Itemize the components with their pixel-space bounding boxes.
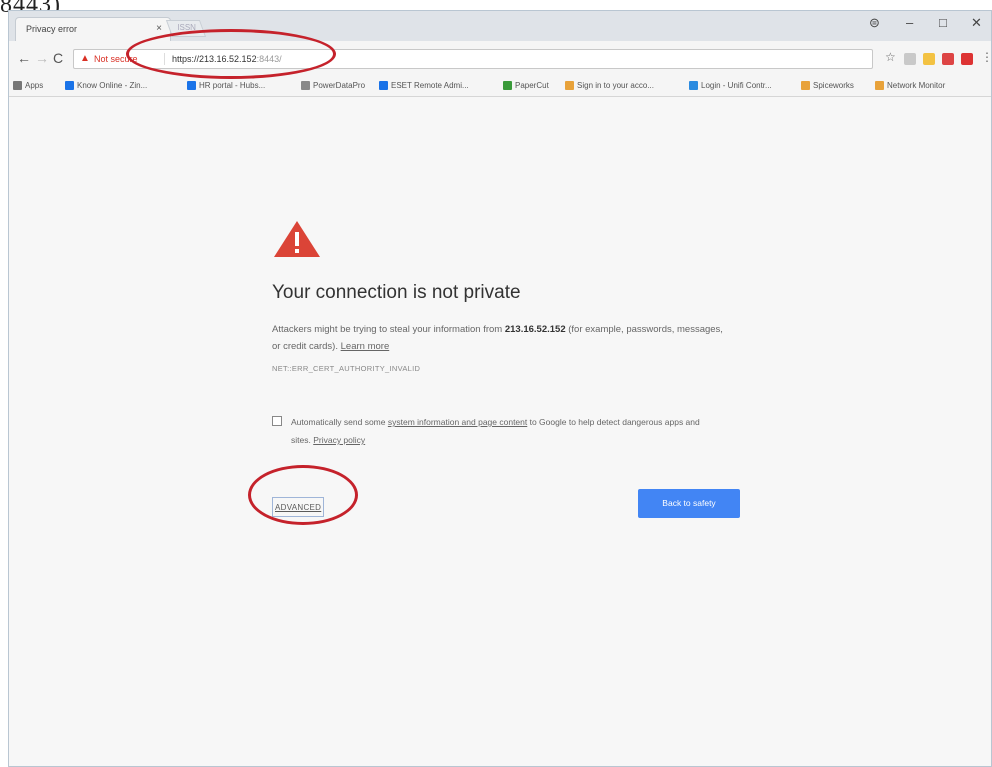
back-icon[interactable]: ←: [17, 50, 31, 66]
bookmark-favicon-icon: [689, 81, 698, 90]
bookmark-label: Sign in to your acco...: [577, 81, 654, 90]
bookmark-favicon-icon: [187, 81, 196, 90]
warning-triangle-icon: [274, 221, 320, 257]
error-code: NET::ERR_CERT_AUTHORITY_INVALID: [272, 364, 421, 373]
bookmark-label: Spiceworks: [813, 81, 854, 90]
bookmark-label: PowerDataPro: [313, 81, 366, 90]
apps-icon: [13, 81, 22, 90]
bookmark-star-icon[interactable]: ☆: [885, 50, 896, 64]
toolbar: ← → C ▲ Not secure https://213.16.52.152…: [9, 41, 991, 77]
reload-icon[interactable]: C: [53, 50, 63, 66]
url-port: :8443/: [256, 54, 282, 64]
error-description: Attackers might be trying to steal your …: [272, 321, 732, 355]
bookmark-item[interactable]: PowerDataPro: [301, 81, 365, 90]
back-to-safety-button[interactable]: Back to safety: [638, 489, 740, 518]
bookmark-favicon-icon: [301, 81, 310, 90]
extension-icon[interactable]: [942, 53, 954, 65]
maximize-icon[interactable]: □: [939, 15, 947, 30]
new-tab-label: ISSN: [177, 23, 196, 32]
profile-icon[interactable]: ⊜: [869, 15, 880, 31]
bookmark-favicon-icon: [801, 81, 810, 90]
extension-icon[interactable]: [923, 53, 935, 65]
report-checkbox[interactable]: [272, 416, 282, 426]
bookmark-favicon-icon: [875, 81, 884, 90]
bookmark-label: Login - Unifi Contr...: [701, 81, 772, 90]
bookmark-favicon-icon: [65, 81, 74, 90]
bookmark-favicon-icon: [565, 81, 574, 90]
not-secure-warning-icon: ▲: [80, 53, 90, 64]
bookmark-label: ESET Remote Admi...: [391, 81, 469, 90]
address-separator: [164, 53, 165, 65]
browser-window: Privacy error × ISSN ⊜ – □ ✕ ← → C ▲ Not…: [8, 10, 992, 767]
system-information-link[interactable]: system information and page content: [388, 417, 527, 427]
bookmark-item[interactable]: Network Monitor: [875, 81, 945, 90]
bookmark-label: PaperCut: [515, 81, 549, 90]
menu-icon[interactable]: ⋮: [981, 50, 991, 64]
new-tab-button[interactable]: ISSN: [165, 20, 207, 37]
bookmark-label: Know Online - Zin...: [77, 81, 148, 90]
security-label[interactable]: Not secure: [94, 54, 138, 64]
tab-privacy-error[interactable]: Privacy error ×: [15, 17, 171, 41]
bookmark-item[interactable]: Apps: [13, 81, 43, 90]
address-bar[interactable]: ▲ Not secure https://213.16.52.152:8443/: [73, 49, 873, 69]
close-window-icon[interactable]: ✕: [971, 15, 982, 31]
bookmark-item[interactable]: PaperCut: [503, 81, 549, 90]
description-text: Attackers might be trying to steal your …: [272, 324, 505, 335]
bookmark-item[interactable]: ESET Remote Admi...: [379, 81, 469, 90]
url-text[interactable]: https://213.16.52.152:8443/: [172, 54, 282, 64]
bookmark-item[interactable]: HR portal - Hubs...: [187, 81, 265, 90]
host-name: 213.16.52.152: [504, 324, 566, 335]
bookmark-item[interactable]: Know Online - Zin...: [65, 81, 147, 90]
extension-icon[interactable]: [904, 53, 916, 65]
minimize-icon[interactable]: –: [906, 15, 913, 30]
privacy-policy-link[interactable]: Privacy policy: [313, 435, 365, 445]
url-host: https://213.16.52.152: [172, 54, 257, 64]
bookmark-item[interactable]: Spiceworks: [801, 81, 854, 90]
interstitial-page: Your connection is not private Attackers…: [9, 97, 991, 766]
forward-icon[interactable]: →: [35, 50, 49, 66]
tab-strip: Privacy error × ISSN ⊜ – □ ✕: [9, 11, 991, 41]
learn-more-link[interactable]: Learn more: [341, 341, 390, 352]
tab-title: Privacy error: [26, 24, 78, 34]
bookmark-item[interactable]: Sign in to your acco...: [565, 81, 654, 90]
bookmark-label: Network Monitor: [887, 81, 946, 90]
advanced-button[interactable]: ADVANCED: [272, 497, 325, 517]
bookmark-favicon-icon: [503, 81, 512, 90]
bookmark-label: Apps: [25, 81, 44, 90]
page-title: Your connection is not private: [272, 282, 521, 303]
bookmark-item[interactable]: Login - Unifi Contr...: [689, 81, 772, 90]
bookmark-label: HR portal - Hubs...: [199, 81, 266, 90]
bookmarks-bar: Apps Know Online - Zin... HR portal - Hu…: [9, 77, 991, 97]
extension-icon[interactable]: [961, 53, 973, 65]
bookmark-favicon-icon: [379, 81, 388, 90]
report-text: Automatically send some system informati…: [291, 413, 711, 449]
tab-close-icon[interactable]: ×: [156, 23, 162, 34]
report-text-part: Automatically send some: [291, 417, 388, 427]
